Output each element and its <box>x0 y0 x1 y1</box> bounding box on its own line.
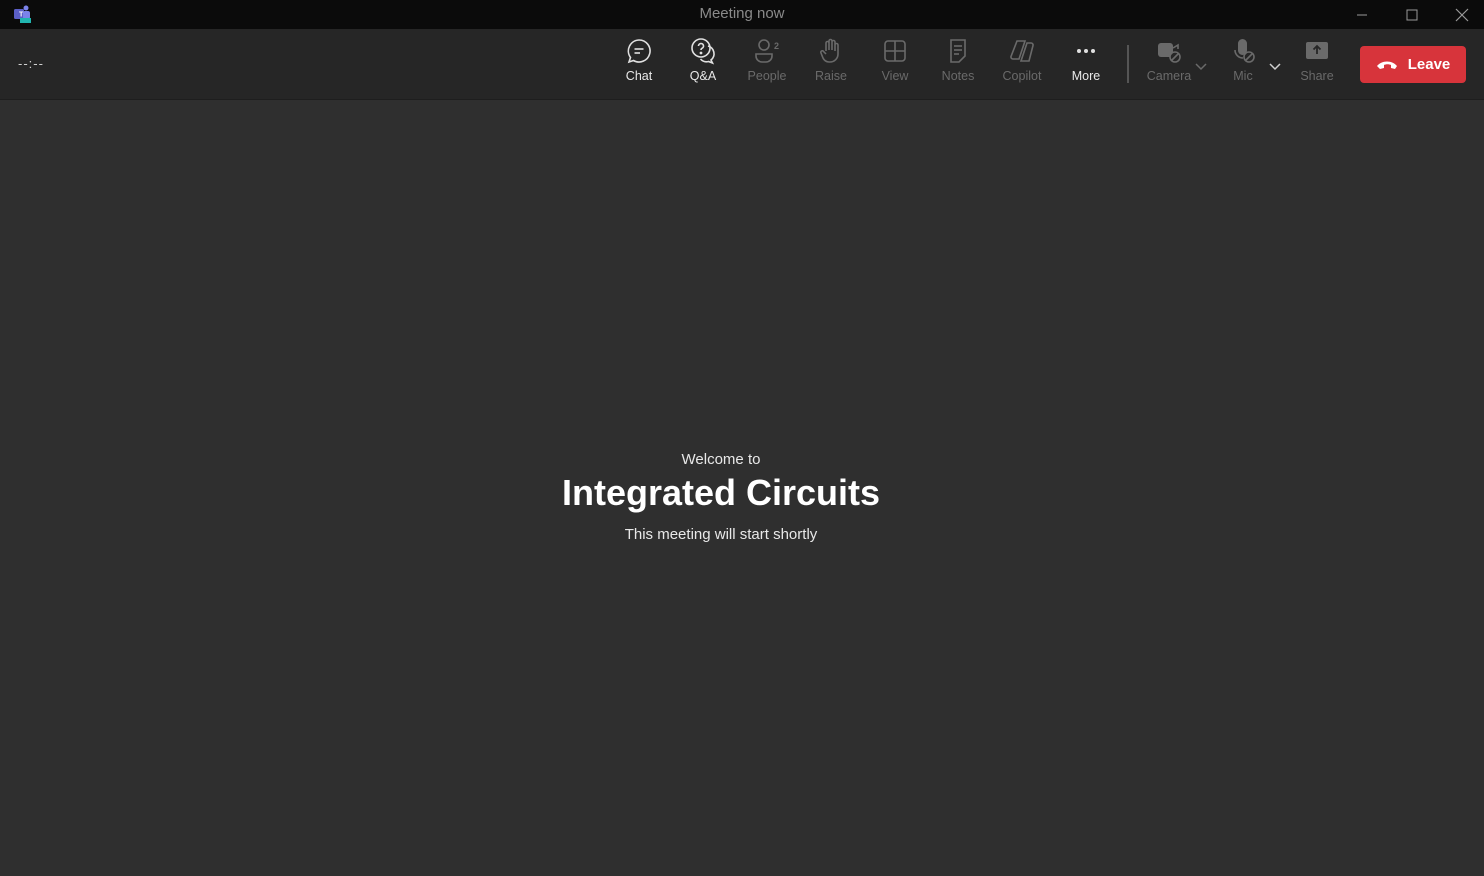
people-label: People <box>747 69 787 83</box>
chat-button[interactable]: Chat <box>609 37 669 93</box>
toolbar-divider <box>1127 45 1129 83</box>
leave-button[interactable]: Leave <box>1360 46 1466 83</box>
camera-off-icon <box>1158 43 1181 63</box>
chat-label: Chat <box>625 69 653 83</box>
share-icon <box>1306 42 1328 59</box>
minimize-icon <box>1357 14 1367 15</box>
qa-icon <box>691 38 715 65</box>
copilot-button[interactable]: Copilot <box>992 37 1052 93</box>
mic-label: Mic <box>1233 69 1253 83</box>
ellipsis-icon <box>1077 49 1095 53</box>
camera-label: Camera <box>1146 69 1192 83</box>
maximize-button[interactable] <box>1388 0 1436 29</box>
minimize-button[interactable] <box>1338 0 1386 29</box>
raise-label: Raise <box>815 69 847 83</box>
copilot-label: Copilot <box>1002 69 1042 83</box>
meeting-name: Integrated Circuits <box>561 472 881 513</box>
close-icon <box>1455 8 1469 21</box>
hand-icon <box>820 38 839 63</box>
view-button[interactable]: View <box>865 37 925 93</box>
qa-button[interactable]: Q&A <box>673 37 733 93</box>
grid-icon <box>884 40 906 62</box>
share-button[interactable]: Share <box>1287 37 1347 93</box>
chat-icon <box>627 39 651 64</box>
more-label: More <box>1071 69 1101 83</box>
share-label: Share <box>1300 69 1334 83</box>
notes-button[interactable]: Notes <box>928 37 988 93</box>
mic-off-icon <box>1234 39 1255 63</box>
people-count: 2 <box>774 41 779 51</box>
hang-up-icon <box>1376 61 1397 69</box>
leave-label: Leave <box>1407 56 1451 73</box>
camera-options-chevron-icon[interactable] <box>1194 59 1208 73</box>
camera-button[interactable]: Camera <box>1139 37 1199 93</box>
people-button[interactable]: 2 People <box>737 37 797 93</box>
mic-options-chevron-icon[interactable] <box>1268 59 1282 73</box>
mic-button[interactable]: Mic <box>1213 37 1273 93</box>
notes-label: Notes <box>941 69 975 83</box>
welcome-text: Welcome to <box>681 451 761 468</box>
raise-hand-button[interactable]: Raise <box>801 37 861 93</box>
meeting-status: This meeting will start shortly <box>624 526 818 543</box>
meeting-toolbar: --:-- Chat Q&A 2 People Raise View Notes… <box>0 29 1484 100</box>
maximize-icon <box>1406 9 1418 20</box>
close-button[interactable] <box>1438 0 1484 29</box>
qa-label: Q&A <box>689 69 717 83</box>
people-icon: 2 <box>755 39 779 63</box>
meeting-timer: --:-- <box>18 56 44 71</box>
window-title: Meeting now <box>699 5 785 22</box>
more-button[interactable]: More <box>1056 37 1116 93</box>
view-label: View <box>881 69 909 83</box>
notes-icon <box>950 39 966 63</box>
copilot-icon <box>1010 40 1034 62</box>
title-bar: T Meeting now <box>0 0 1484 29</box>
